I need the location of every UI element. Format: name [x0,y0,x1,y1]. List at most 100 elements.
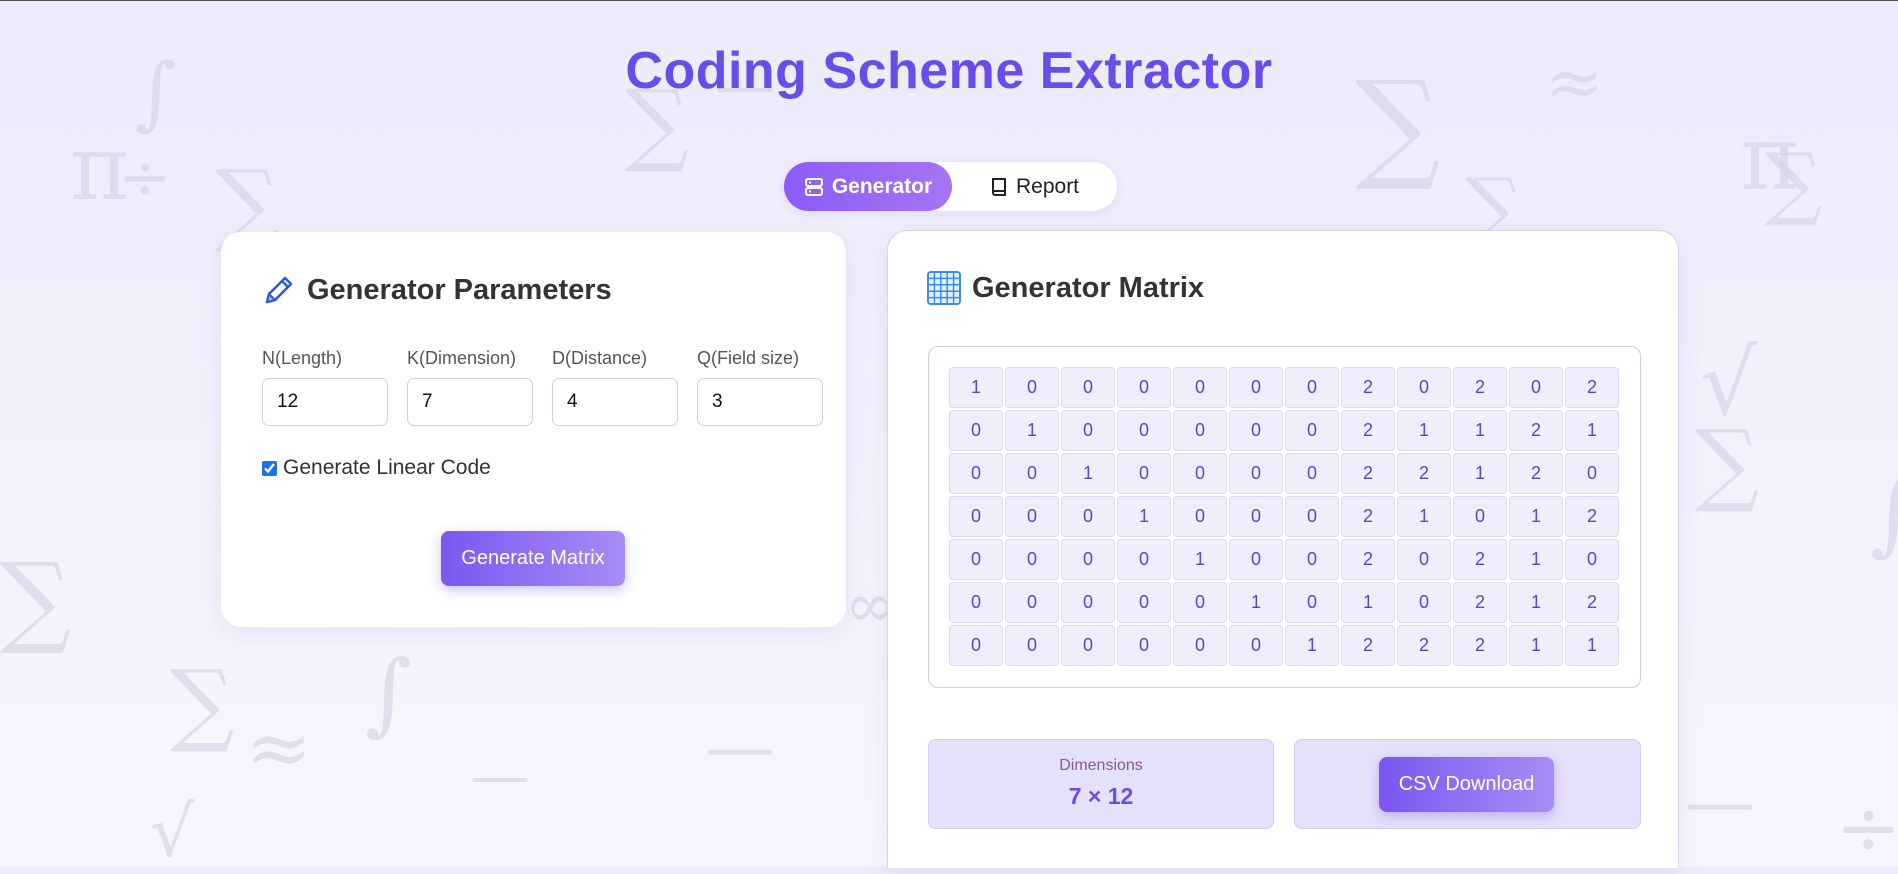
matrix-cell: 0 [1005,453,1059,494]
book-icon [991,177,1006,196]
matrix-cell: 0 [1117,453,1171,494]
matrix-cell: 0 [1061,539,1115,580]
matrix-cell: 1 [1173,539,1227,580]
n-length-input[interactable] [262,378,388,426]
matrix-cell: 0 [949,496,1003,537]
dimensions-panel: Dimensions 7 × 12 [928,739,1274,829]
matrix-cell: 0 [1117,625,1171,666]
matrix-heading: Generator Matrix [926,270,1204,306]
k-dimension-input[interactable] [407,378,533,426]
matrix-cell: 0 [1061,625,1115,666]
matrix-cell: 2 [1341,539,1395,580]
matrix-cell: 0 [1173,496,1227,537]
matrix-cell: 1 [1285,625,1339,666]
d-distance-label: D(Distance) [552,348,648,368]
matrix-cell: 0 [1173,582,1227,623]
matrix-container: 1000000202020100000211210010000221200001… [928,346,1641,688]
matrix-cell: 2 [1341,410,1395,451]
matrix-cell: 0 [1397,367,1451,408]
matrix-cell: 0 [1229,367,1283,408]
generate-matrix-button[interactable]: Generate Matrix [441,531,625,586]
matrix-cell: 0 [1565,453,1619,494]
matrix-cell: 0 [1229,625,1283,666]
matrix-cell: 2 [1341,453,1395,494]
matrix-cell: 0 [1285,496,1339,537]
matrix-grid: 1000000202020100000211210010000221200001… [949,367,1619,666]
tab-report-label: Report [1015,174,1080,198]
matrix-title: Generator Matrix [972,271,1205,304]
matrix-cell: 2 [1509,453,1563,494]
matrix-cell: 0 [1005,496,1059,537]
matrix-cell: 0 [1117,539,1171,580]
matrix-cell: 0 [1285,367,1339,408]
tab-bar: Generator Report [784,162,1117,211]
matrix-cell: 2 [1341,496,1395,537]
matrix-cell: 2 [1397,453,1451,494]
grid-icon [927,271,961,305]
matrix-cell: 2 [1453,625,1507,666]
matrix-cell: 0 [1005,367,1059,408]
matrix-cell: 0 [949,625,1003,666]
matrix-cell: 1 [1397,410,1451,451]
page-title: Coding Scheme Extractor [625,42,1273,100]
matrix-cell: 2 [1453,539,1507,580]
csv-download-button[interactable]: CSV Download [1379,757,1554,812]
matrix-cell: 0 [1061,367,1115,408]
matrix-cell: 1 [1061,453,1115,494]
matrix-cell: 0 [1509,367,1563,408]
matrix-cell: 1 [1509,625,1563,666]
matrix-cell: 0 [1565,539,1619,580]
q-field-size-label: Q(Field size) [697,348,800,368]
matrix-cell: 0 [1061,410,1115,451]
q-field-size-input[interactable] [697,378,823,426]
matrix-cell: 0 [1005,539,1059,580]
matrix-cell: 1 [1453,453,1507,494]
linear-code-checkbox[interactable] [262,460,277,476]
tab-generator-label: Generator [831,174,933,198]
matrix-cell: 0 [1005,625,1059,666]
matrix-cell: 0 [1117,367,1171,408]
dimensions-value: 7 × 12 [1068,783,1134,809]
tab-report[interactable]: Report [952,162,1117,211]
matrix-cell: 1 [1509,496,1563,537]
matrix-cell: 0 [1229,539,1283,580]
matrix-cell: 1 [1565,410,1619,451]
matrix-cell: 1 [1565,625,1619,666]
matrix-cell: 0 [1061,582,1115,623]
matrix-cell: 0 [1061,496,1115,537]
matrix-cell: 0 [1285,582,1339,623]
tab-generator[interactable]: Generator [784,162,952,211]
matrix-cell: 0 [1229,410,1283,451]
server-icon [804,177,823,196]
matrix-cell: 1 [949,367,1003,408]
matrix-cell: 0 [1285,453,1339,494]
csv-panel: CSV Download [1294,739,1641,829]
matrix-cell: 0 [949,582,1003,623]
n-length-label: N(Length) [262,348,343,368]
matrix-cell: 0 [1397,582,1451,623]
matrix-cell: 0 [1173,625,1227,666]
matrix-cell: 0 [949,453,1003,494]
matrix-cell: 2 [1341,625,1395,666]
d-distance-input[interactable] [552,378,678,426]
matrix-cell: 0 [1173,410,1227,451]
matrix-cell: 1 [1453,410,1507,451]
pencil-icon [265,276,293,304]
matrix-cell: 0 [1005,582,1059,623]
matrix-cell: 1 [1341,582,1395,623]
generator-parameters-card: Generator Parameters N(Length) K(Dimensi… [221,232,846,627]
matrix-cell: 0 [1229,453,1283,494]
matrix-cell: 2 [1565,496,1619,537]
linear-code-option[interactable]: Generate Linear Code [262,456,491,480]
matrix-cell: 0 [1229,496,1283,537]
matrix-cell: 2 [1509,410,1563,451]
matrix-cell: 1 [1005,410,1059,451]
k-dimension-label: K(Dimension) [407,348,517,368]
matrix-cell: 0 [1173,453,1227,494]
matrix-cell: 2 [1565,367,1619,408]
parameters-title: Generator Parameters [307,273,612,306]
matrix-cell: 1 [1397,496,1451,537]
linear-code-label: Generate Linear Code [283,456,491,479]
generator-matrix-card: Generator Matrix 10000002020201000002112… [887,230,1679,868]
matrix-cell: 0 [1285,410,1339,451]
